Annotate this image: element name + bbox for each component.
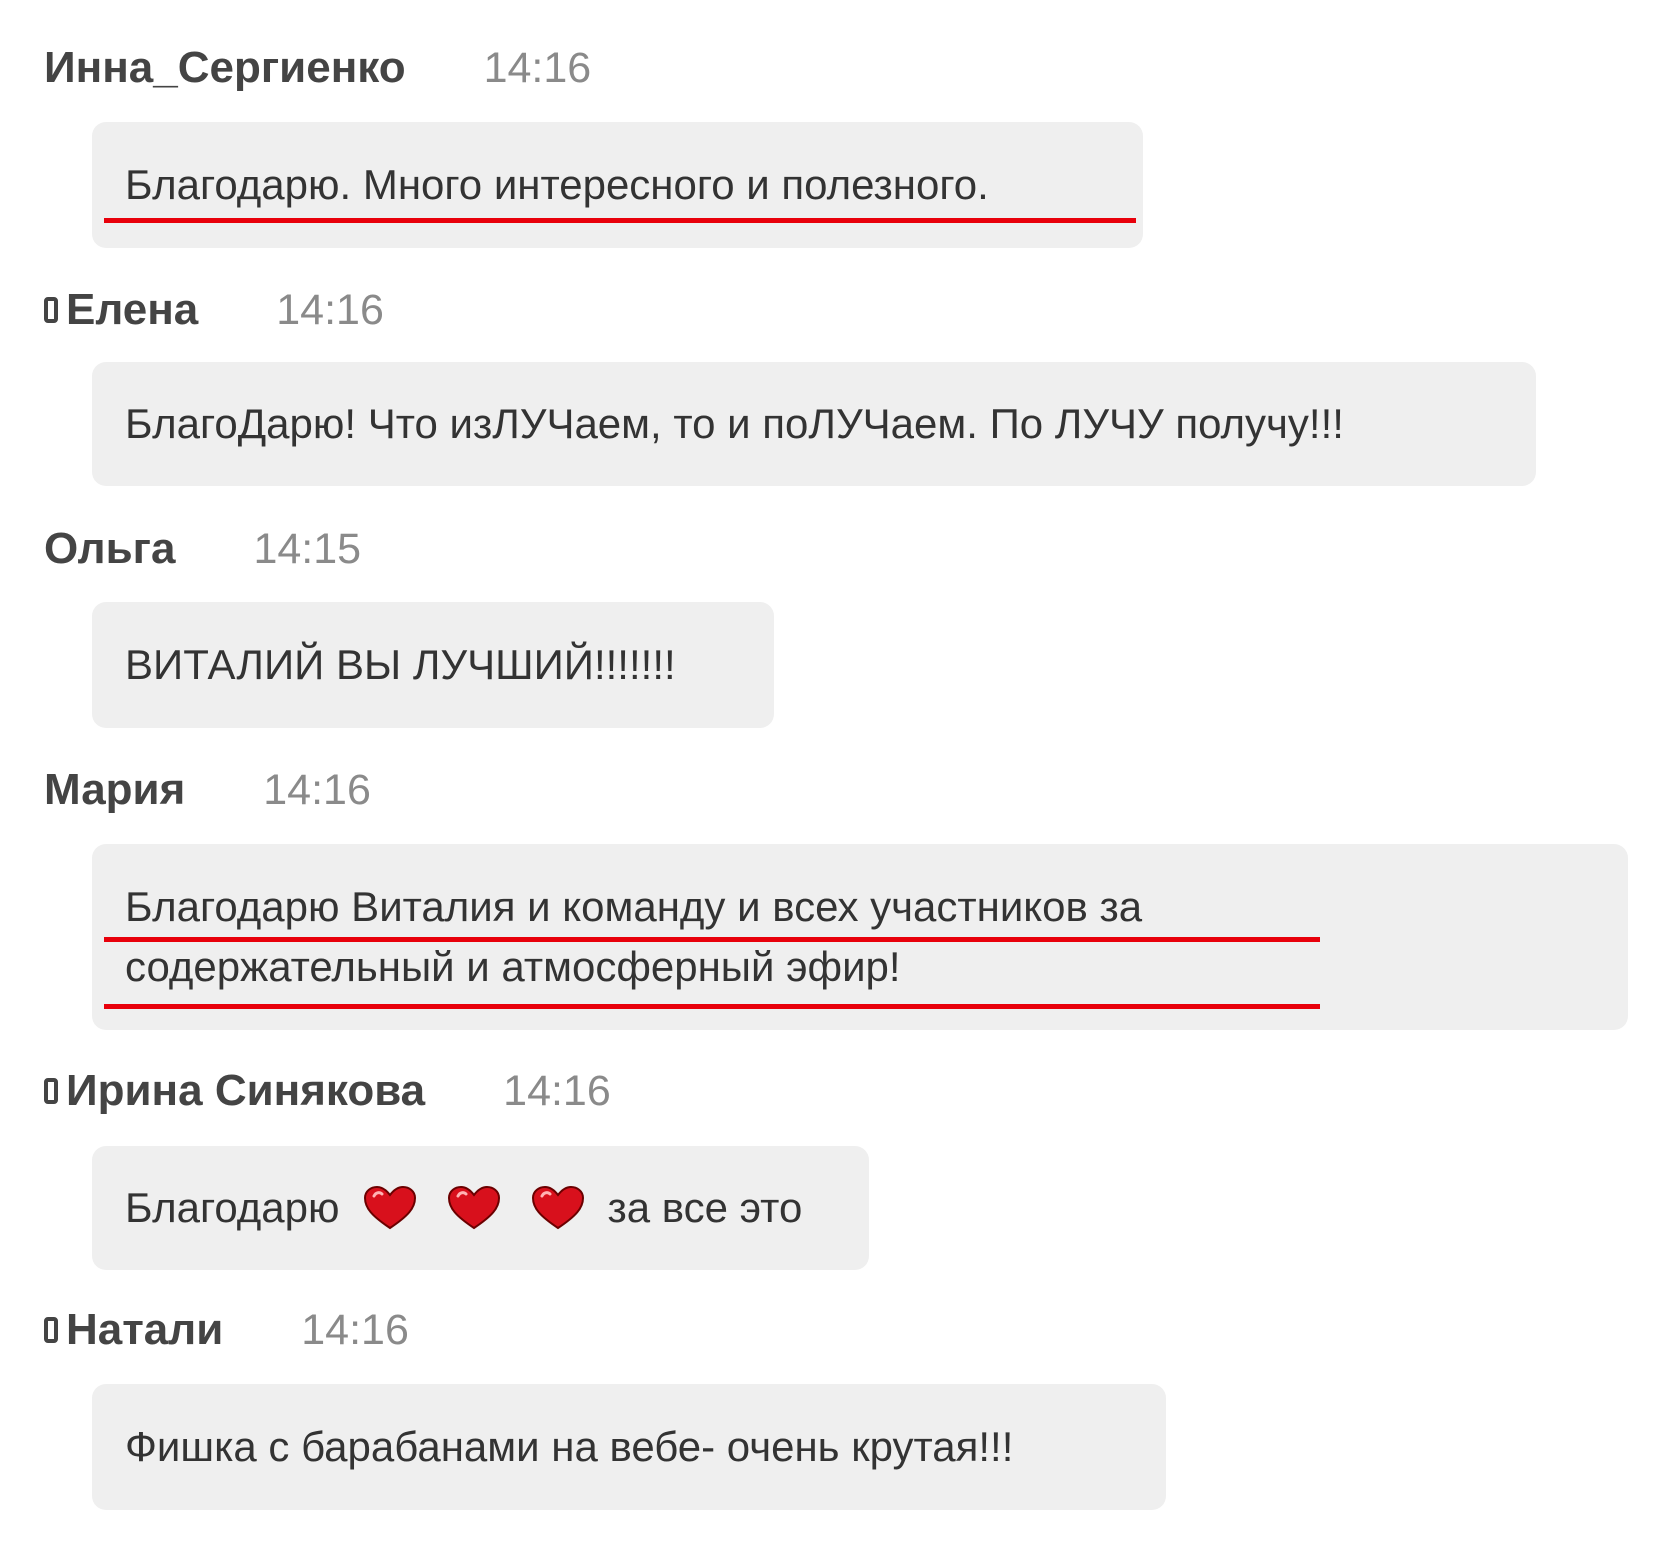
heart-icon — [363, 1185, 416, 1230]
message-header: Инна_Сергиенко 14:16 — [44, 38, 591, 98]
message-text: БлагоДарю! Что изЛУЧаем, то и поЛУЧаем. … — [125, 400, 1344, 447]
message-header: Ольга 14:15 — [44, 519, 361, 579]
highlight-underline — [104, 1004, 1320, 1009]
highlight-underline — [104, 937, 1320, 942]
chat-message-list: Инна_Сергиенко 14:16 Благодарю. Много ин… — [0, 0, 1680, 1542]
message-time: 14:16 — [483, 43, 592, 92]
heart-icon — [447, 1185, 500, 1230]
message-bubble: Фишка с барабанами на вебе- очень крутая… — [92, 1384, 1166, 1510]
highlight-underline — [104, 218, 1136, 223]
message-text: Благодарю — [125, 1184, 340, 1231]
author-name[interactable]: Елена — [66, 285, 198, 335]
mobile-phone-icon — [44, 297, 58, 323]
message-bubble: Благодарю за все это — [92, 1146, 869, 1270]
mobile-phone-icon — [44, 1317, 58, 1343]
message-text: Фишка с барабанами на вебе- очень крутая… — [125, 1423, 1014, 1470]
message-header: Мария 14:16 — [44, 760, 371, 820]
author-name[interactable]: Ирина Синякова — [66, 1066, 425, 1116]
message-text: за все это — [607, 1184, 803, 1231]
author-name[interactable]: Инна_Сергиенко — [44, 43, 406, 93]
message-text: Благодарю. Много интересного и полезного… — [125, 161, 989, 208]
message-time: 14:16 — [263, 765, 371, 814]
message-bubble: Благодарю. Много интересного и полезного… — [92, 122, 1143, 248]
author-name[interactable]: Мария — [44, 765, 185, 815]
next-message-header-cut-off — [44, 1527, 744, 1542]
message-header: Натали 14:16 — [44, 1300, 409, 1360]
author-name[interactable]: Ольга — [44, 524, 175, 574]
message-bubble: ВИТАЛИЙ ВЫ ЛУЧШИЙ!!!!!!! — [92, 602, 774, 728]
message-header: Елена 14:16 — [44, 280, 384, 340]
message-time: 14:15 — [253, 524, 362, 573]
author-name[interactable]: Натали — [66, 1305, 223, 1355]
message-bubble: БлагоДарю! Что изЛУЧаем, то и поЛУЧаем. … — [92, 362, 1536, 486]
heart-icon — [531, 1185, 584, 1230]
message-text-line: Благодарю Виталия и команду и всех участ… — [125, 883, 1143, 930]
message-text: ВИТАЛИЙ ВЫ ЛУЧШИЙ!!!!!!! — [125, 641, 676, 688]
message-text-line: содержательный и атмосферный эфир! — [125, 943, 901, 990]
mobile-phone-icon — [44, 1078, 58, 1104]
message-time: 14:16 — [276, 285, 384, 334]
message-header: Ирина Синякова 14:16 — [44, 1061, 611, 1121]
message-time: 14:16 — [503, 1066, 611, 1115]
message-time: 14:16 — [301, 1305, 409, 1354]
